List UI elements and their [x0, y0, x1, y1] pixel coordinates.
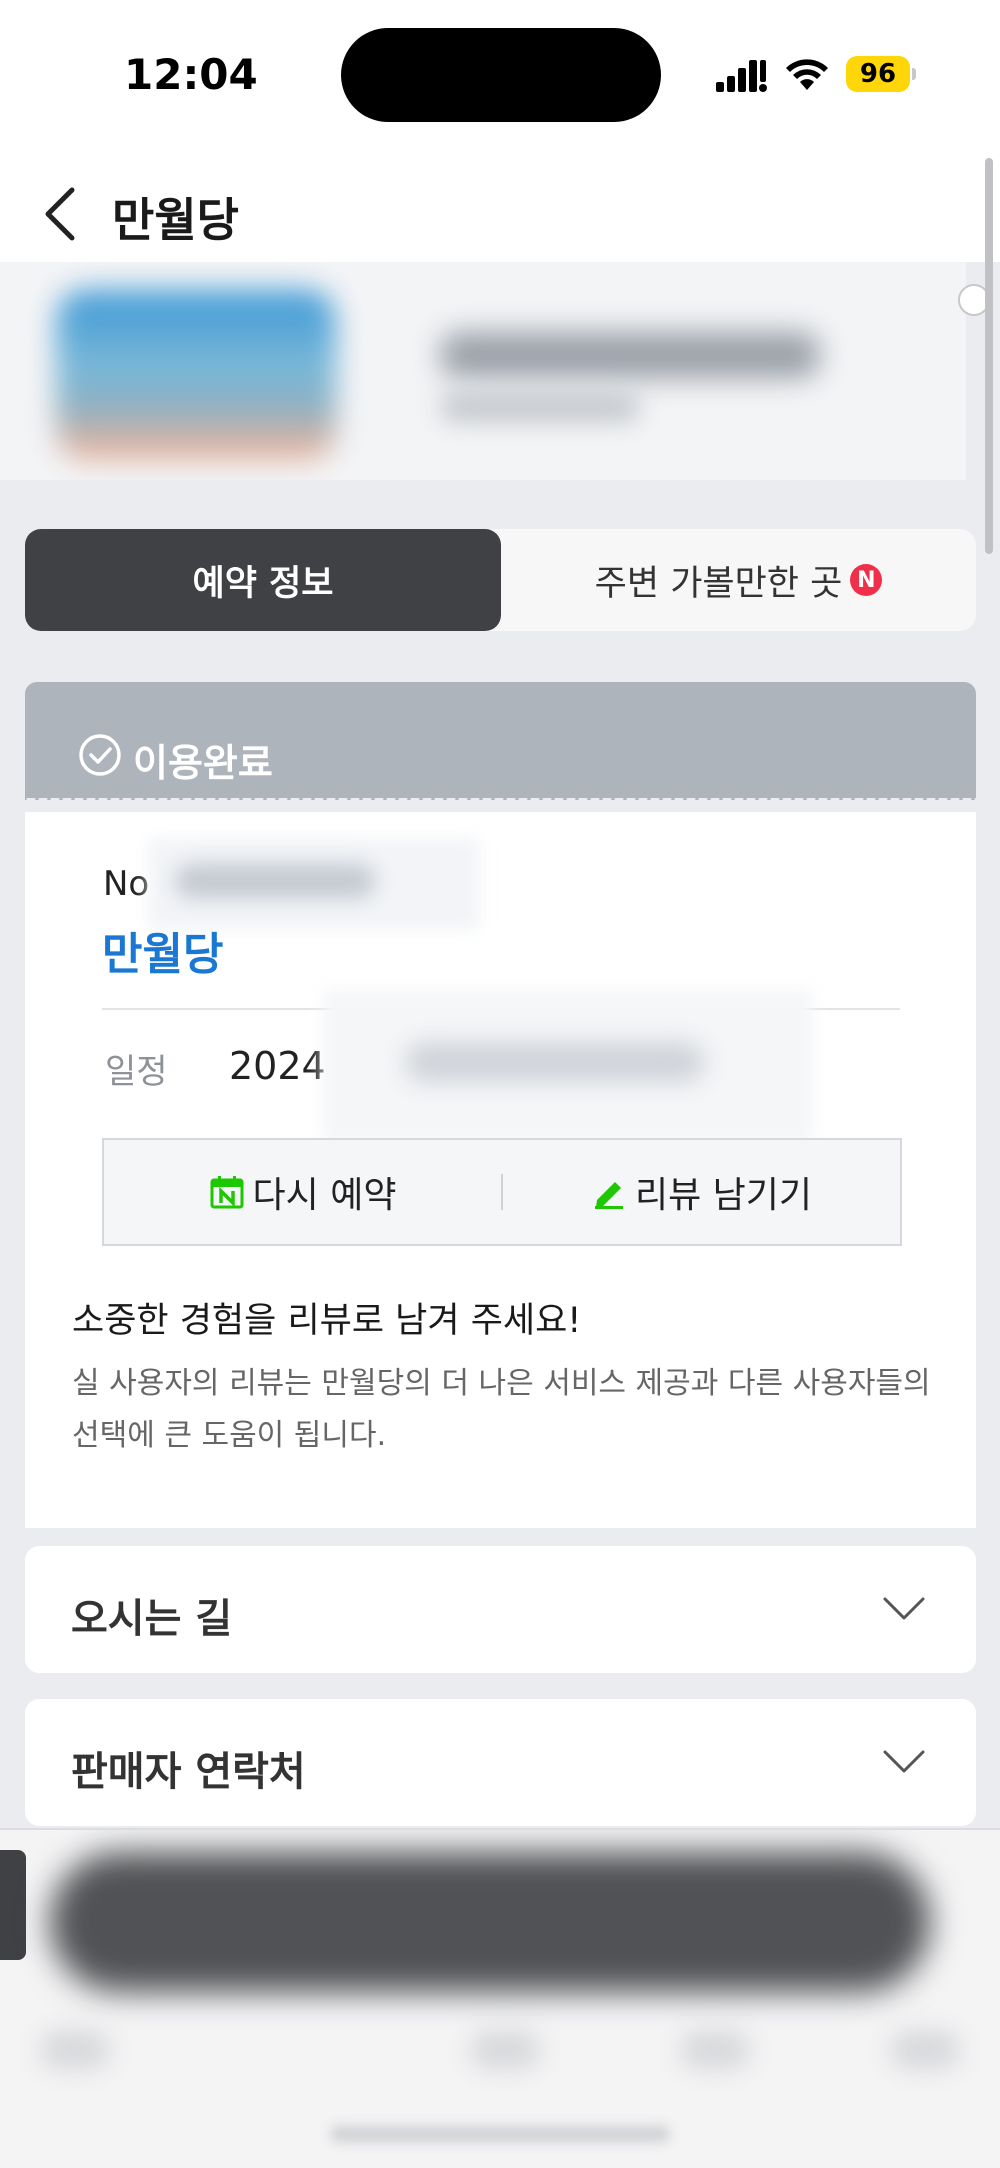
accordion-title: 판매자 연락처: [71, 1749, 306, 1795]
bottom-primary-button-redacted[interactable]: [50, 1852, 930, 1992]
accordion-title: 오시는 길: [71, 1596, 233, 1642]
nav-header: 만월당: [0, 140, 1000, 262]
bottom-nav-item[interactable]: [40, 2030, 110, 2070]
tab-label: 예약 정보: [192, 563, 334, 604]
order-number-label: No: [103, 864, 150, 904]
battery-indicator: 96: [846, 56, 910, 92]
dynamic-island: [341, 28, 661, 122]
directions-accordion[interactable]: 오시는 길: [25, 1546, 976, 1673]
booking-actions: 다시 예약 리뷰 남기기: [102, 1138, 902, 1246]
booking-status: 이용완료: [133, 741, 273, 785]
status-time: 12:04: [124, 50, 258, 99]
product-summary[interactable]: [0, 262, 966, 480]
schedule-redacted-text: [405, 1042, 705, 1082]
bottom-nav-item[interactable]: [680, 2030, 750, 2070]
review-prompt-title: 소중한 경험을 리뷰로 남겨 주세요!: [72, 1301, 582, 1341]
write-review-button[interactable]: 리뷰 남기기: [503, 1140, 900, 1244]
booking-card: No 만월당 일정 2024 다시 예약 리뷰 남기기 소중한 경험을 리뷰로 …: [25, 812, 976, 1528]
new-badge: N: [850, 564, 883, 596]
bottom-nav-item[interactable]: [470, 2030, 540, 2070]
bottom-nav-item[interactable]: [890, 2030, 960, 2070]
tab-bar: 예약 정보 주변 가볼만한 곳 N: [25, 529, 976, 631]
check-circle-icon: [79, 734, 121, 776]
tab-booking-info[interactable]: 예약 정보: [25, 529, 501, 631]
rebook-button[interactable]: 다시 예약: [104, 1140, 501, 1244]
chevron-down-icon: [883, 1750, 925, 1773]
pencil-icon: [594, 1182, 623, 1209]
tab-nearby-places[interactable]: 주변 가볼만한 곳 N: [501, 529, 976, 631]
home-indicator: [330, 2126, 670, 2142]
status-banner: 이용완료: [25, 682, 976, 800]
rebook-label: 다시 예약: [252, 1175, 397, 1216]
product-title-redacted: [440, 332, 820, 378]
order-number-redacted-text: [175, 864, 375, 898]
chevron-down-icon: [883, 1597, 925, 1620]
product-thumbnail: [56, 290, 336, 460]
schedule-label: 일정: [105, 1052, 168, 1092]
calendar-n-icon: [210, 1176, 244, 1209]
bottom-action-bar: [0, 1828, 1000, 2168]
bottom-side-handle: [0, 1850, 26, 1960]
review-prompt-desc: 실 사용자의 리뷰는 만월당의 더 나은 서비스 제공과 다른 사용자들의 선택…: [72, 1366, 931, 1453]
write-review-label: 리뷰 남기기: [634, 1175, 813, 1216]
scrollbar[interactable]: [985, 158, 993, 554]
schedule-value: 2024: [229, 1044, 326, 1088]
page-title: 만월당: [112, 193, 239, 247]
chevron-left-icon[interactable]: [36, 184, 84, 244]
venue-name-link[interactable]: 만월당: [102, 918, 223, 982]
status-bar: 12:04 96: [0, 0, 1000, 140]
tab-label: 주변 가볼만한 곳: [594, 563, 843, 604]
wifi-icon: [786, 59, 828, 90]
ticket-perforation: [25, 798, 976, 804]
product-subtitle-redacted: [440, 392, 640, 422]
cellular-signal-icon: [716, 60, 767, 92]
seller-contact-accordion[interactable]: 판매자 연락처: [25, 1699, 976, 1826]
battery-tip: [912, 68, 916, 80]
